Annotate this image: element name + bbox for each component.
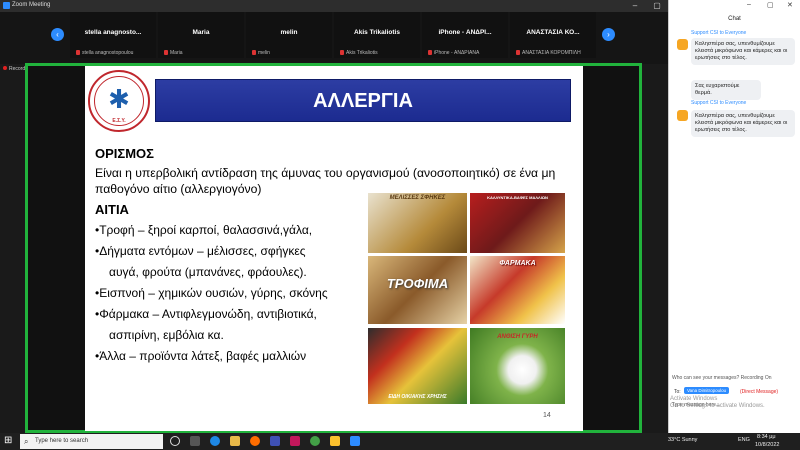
- star-of-life-icon: ✱: [108, 84, 130, 114]
- mic-muted-icon: [516, 50, 520, 55]
- app-icon[interactable]: [270, 436, 280, 446]
- recipient-select[interactable]: Vana Dimitropoulou: [684, 387, 730, 394]
- bullet-food: •Τροφή – ξηροί καρποί, θαλασσινά,γάλα,: [95, 223, 313, 237]
- title-banner: ΑΛΛΕΡΓΙΑ: [155, 79, 571, 122]
- participant-tile[interactable]: ΑΝΑΣΤΑΣΙΑ ΚΟ... ΑΝΑΣΤΑΣΙΑ ΚΟΡΟΜΠΙΛΗ: [510, 12, 596, 58]
- causes-heading: ΑΙΤΙΑ: [95, 202, 129, 217]
- mic-muted-icon: [340, 50, 344, 55]
- windows-taskbar: ⊞ ⌕ Type here to search 33°C Sunny ENG 8…: [0, 433, 800, 450]
- app-icon[interactable]: [330, 436, 340, 446]
- bullet-drugs: •Φάρμακα – Αντιφλεγμονώδη, αντιβιοτικά,: [95, 307, 317, 321]
- chat-message: Σας ευχαριστούμε θερμά.: [691, 80, 761, 100]
- zoom-taskbar-icon[interactable]: [350, 436, 360, 446]
- participant-tile[interactable]: Akis Trikaliotis Akis Trikaliotis: [334, 12, 420, 58]
- mic-muted-icon: [164, 50, 168, 55]
- message-sender: Support CSI to Everyone: [691, 100, 747, 106]
- maximize-button[interactable]: ▢: [646, 0, 668, 12]
- zoom-icon: [3, 2, 10, 9]
- chat-panel: – ▢ ✕ Chat Support CSI to Everyone Καλησ…: [668, 0, 800, 433]
- clock-time[interactable]: 8:34 μμ: [757, 434, 776, 440]
- avatar: [677, 110, 688, 121]
- direct-message-label: (Direct Message): [740, 389, 779, 395]
- participant-tile[interactable]: Maria Maria: [158, 12, 244, 58]
- language-indicator[interactable]: ENG: [738, 437, 750, 443]
- windows-start-icon[interactable]: ⊞: [4, 436, 14, 446]
- photo-bees-wasps: ΜΕΛΙΣΣΕΣ ΣΦΗΚΕΣ: [368, 193, 467, 253]
- photo-drugs: ΦΑΡΜΑΚΑ: [470, 256, 565, 324]
- prev-page-button[interactable]: ‹: [51, 28, 64, 41]
- chat-message: Καλησπέρα σας, υπενθυμίζουμε κλειστά μικ…: [691, 38, 795, 65]
- task-view-icon[interactable]: [170, 436, 180, 446]
- participant-tile[interactable]: melin melin: [246, 12, 332, 58]
- window-titlebar: Zoom Meeting: [0, 0, 668, 12]
- photo-pollen: ΑΝΘΙΣΗ ΓΥΡΗ: [470, 328, 565, 404]
- slide-title: ΑΛΛΕΡΓΙΑ: [313, 90, 413, 112]
- bullet-continued: ασπιρίνη, εμβόλια κα.: [109, 328, 224, 342]
- bullet-other: •Άλλα – προϊόντα λάτεξ, βαφές μαλλιών: [95, 349, 307, 363]
- minimize-button[interactable]: –: [624, 0, 646, 12]
- next-page-button[interactable]: ›: [602, 28, 615, 41]
- bullet-inhalation: •Εισπνοή – χημικών ουσιών, γύρης, σκόνης: [95, 286, 328, 300]
- clock-date[interactable]: 10/8/2022: [755, 442, 779, 448]
- weather-widget[interactable]: 33°C Sunny: [668, 437, 697, 443]
- chat-message: Καλησπέρα σας, υπενθυμίζουμε κλειστά μικ…: [691, 110, 795, 137]
- chat-title: Chat: [728, 16, 741, 22]
- close-button[interactable]: ✕: [787, 1, 793, 9]
- mic-muted-icon: [428, 50, 432, 55]
- presentation-slide: ✱ Ε.Σ.Υ. ΑΛΛΕΡΓΙΑ ΟΡΙΣΜΟΣ Είναι η υπερβο…: [85, 66, 583, 431]
- bullet-insects: •Δήγματα εντόμων – μέλισσες, σφήγκες: [95, 244, 306, 258]
- search-icon: ⌕: [24, 437, 29, 446]
- participant-tile[interactable]: iPhone - ΑΝΔΡΙ... iPhone - ΑΝΔΡΙΑΝΑ: [422, 12, 508, 58]
- photo-foods: ΤΡΟΦΙΜΑ: [368, 256, 467, 324]
- minimize-button[interactable]: –: [747, 1, 751, 8]
- edge-icon[interactable]: [210, 436, 220, 446]
- participant-strip: ‹ stella anagnosto... stella anagnostopo…: [0, 12, 668, 64]
- app-icon[interactable]: [290, 436, 300, 446]
- photo-household: ΕΙΔΗ ΟΙΚΙΑΚΗΣ ΧΡΗΣΗΣ: [368, 328, 467, 404]
- ekab-logo: ✱ Ε.Σ.Υ.: [88, 70, 150, 132]
- mic-muted-icon: [252, 50, 256, 55]
- firefox-icon[interactable]: [250, 436, 260, 446]
- message-sender: Support CSI to Everyone: [691, 30, 747, 36]
- to-label: To:: [674, 389, 681, 395]
- participant-tile[interactable]: stella anagnosto... stella anagnostopoul…: [70, 12, 156, 58]
- screen: Zoom Meeting – ▢ ‹ stella anagnosto... s…: [0, 0, 800, 450]
- photo-cosmetics: ΚΑΛΛΥΝΤΙΚΑ-ΒΑΦΕΣ ΜΑΛΛΙΩΝ: [470, 193, 565, 253]
- maximize-button[interactable]: ▢: [767, 1, 774, 9]
- widgets-icon[interactable]: [190, 436, 200, 446]
- definition-heading: ΟΡΙΣΜΟΣ: [95, 146, 154, 161]
- page-number: 14: [543, 412, 551, 419]
- record-dot-icon: [3, 66, 7, 70]
- window-title: Zoom Meeting: [12, 2, 51, 8]
- file-explorer-icon[interactable]: [230, 436, 240, 446]
- who-can-see-link[interactable]: Who can see your messages? Recording On: [672, 375, 772, 381]
- avatar: [677, 39, 688, 50]
- chat-input[interactable]: Type message here...: [672, 402, 720, 408]
- chrome-icon[interactable]: [310, 436, 320, 446]
- taskbar-search[interactable]: ⌕ Type here to search: [20, 434, 163, 449]
- mic-muted-icon: [76, 50, 80, 55]
- bullet-continued: αυγά, φρούτα (μπανάνες, φράουλες).: [109, 265, 307, 279]
